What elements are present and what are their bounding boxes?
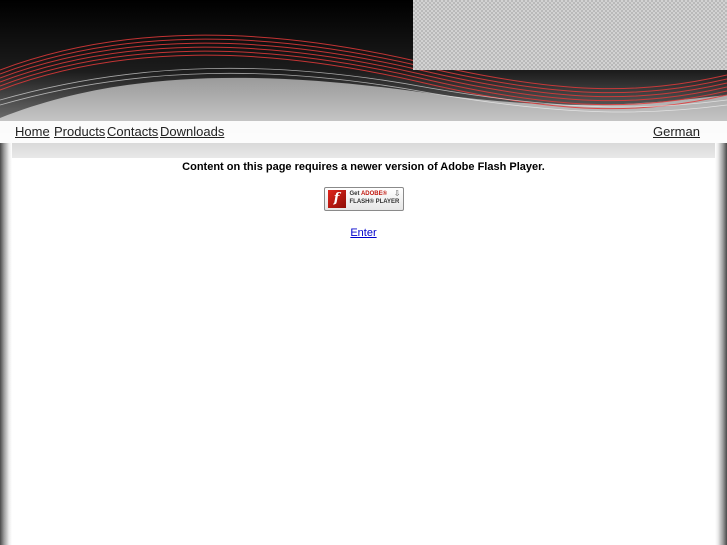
adobe-flash-icon: f bbox=[327, 190, 346, 208]
main-content: Content on this page requires a newer ve… bbox=[12, 143, 715, 545]
right-edge-shadow bbox=[715, 143, 727, 545]
enter-link[interactable]: Enter bbox=[12, 227, 715, 239]
badge-get-label: Get bbox=[349, 191, 360, 197]
flash-required-message: Content on this page requires a newer ve… bbox=[182, 161, 545, 173]
nav-downloads-link[interactable]: Downloads bbox=[160, 124, 224, 139]
badge-product-label: FLASH® PLAYER bbox=[349, 199, 400, 205]
badge-get-text: Get ADOBE® bbox=[350, 191, 388, 197]
language-german-link[interactable]: German bbox=[653, 124, 700, 139]
top-navigation: Home Products Contacts Downloads German bbox=[0, 121, 727, 143]
badge-brand-label: ADOBE® bbox=[360, 191, 388, 197]
header-image-placeholder bbox=[413, 0, 727, 70]
nav-home-link[interactable]: Home bbox=[15, 124, 50, 139]
nav-products-link[interactable]: Products bbox=[54, 124, 105, 139]
get-flash-player-button[interactable]: f Get ADOBE® FLASH® PLAYER ⇩ bbox=[323, 187, 404, 211]
left-edge-shadow bbox=[0, 143, 12, 545]
nav-contacts-link[interactable]: Contacts bbox=[107, 124, 158, 139]
download-arrow-icon: ⇩ bbox=[393, 189, 401, 198]
